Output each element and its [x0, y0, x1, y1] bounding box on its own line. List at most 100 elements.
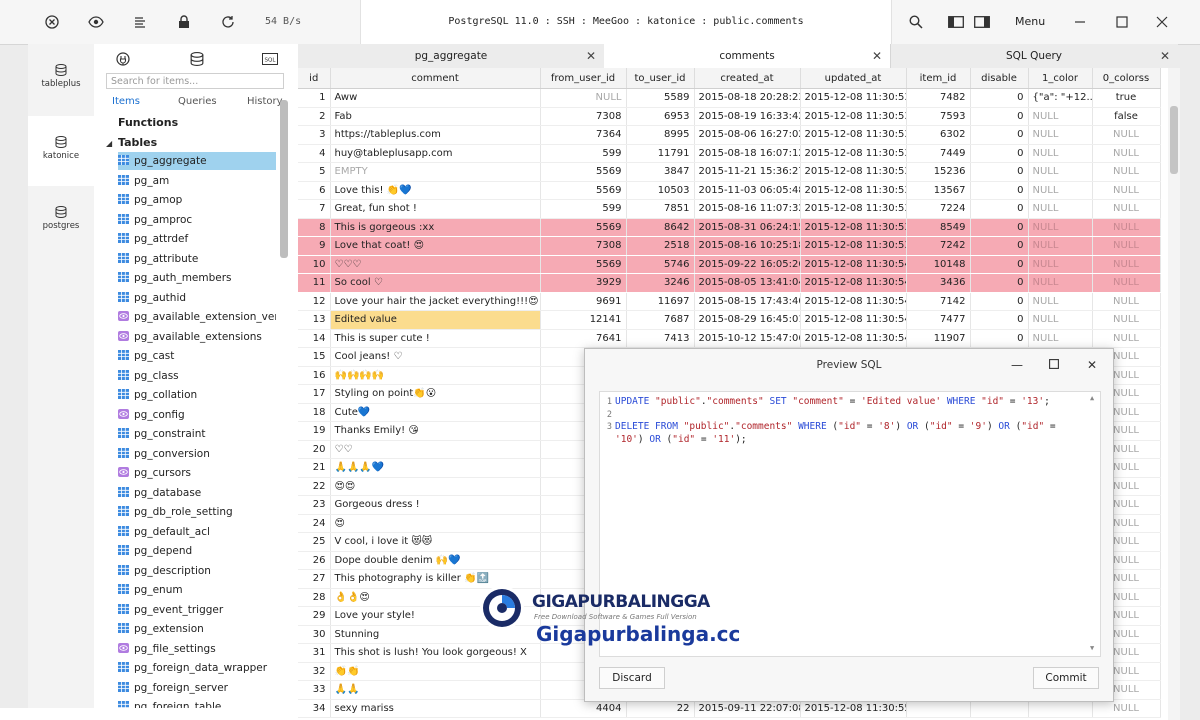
- cell-created-at[interactable]: 2015-08-19 16:33:42: [694, 107, 801, 126]
- cell-item-id[interactable]: 3436: [906, 273, 971, 293]
- cell-id[interactable]: 15: [298, 347, 331, 367]
- cell-to-user-id[interactable]: 5746: [626, 255, 695, 274]
- cell-id[interactable]: 23: [298, 495, 331, 515]
- cell-comment[interactable]: Styling on point👏😮: [330, 384, 541, 404]
- rail-item-postgres[interactable]: postgres: [28, 206, 94, 256]
- log-icon[interactable]: [132, 14, 148, 30]
- cell-disable[interactable]: 0: [970, 181, 1029, 200]
- cell-disable[interactable]: 0: [970, 273, 1029, 293]
- cell-id[interactable]: 19: [298, 421, 331, 441]
- cell-item-id[interactable]: 7142: [906, 292, 971, 311]
- cell-0-colorss[interactable]: false: [1092, 107, 1161, 126]
- cell-created-at[interactable]: 2015-11-21 15:36:27: [694, 162, 801, 182]
- table-row[interactable]: 3 https://tableplus.com 7364 8995 2015-08-06…: [298, 125, 1161, 145]
- cell-1-color[interactable]: NULL: [1028, 218, 1093, 237]
- cell-created-at[interactable]: 2015-08-06 16:27:02: [694, 125, 801, 145]
- cell-id[interactable]: 3: [298, 125, 331, 145]
- cell-to-user-id[interactable]: 8642: [626, 218, 695, 237]
- cell-disable[interactable]: 0: [970, 199, 1029, 219]
- sidebar-item-pg-amop[interactable]: pg_amop: [118, 191, 276, 209]
- cell-id[interactable]: 13: [298, 310, 331, 330]
- sidebar-item-pg-file-settings[interactable]: pg_file_settings: [118, 640, 276, 658]
- cell-to-user-id[interactable]: 10503: [626, 181, 695, 200]
- cell-disable[interactable]: 0: [970, 125, 1029, 145]
- cell-created-at[interactable]: 2015-08-29 16:45:01: [694, 310, 801, 330]
- cell-id[interactable]: 30: [298, 625, 331, 644]
- cell-created-at[interactable]: 2015-09-22 16:05:26: [694, 255, 801, 274]
- cell-created-at[interactable]: 2015-11-03 06:05:48: [694, 181, 801, 200]
- column-header-from-user-id[interactable]: from_user_id: [540, 68, 627, 89]
- cell-id[interactable]: 28: [298, 588, 331, 607]
- cell-from-user-id[interactable]: 7308: [540, 107, 627, 126]
- cell-from-user-id[interactable]: 5569: [540, 255, 627, 274]
- cell-id[interactable]: 27: [298, 569, 331, 589]
- cell-1-color[interactable]: NULL: [1028, 181, 1093, 200]
- cell-id[interactable]: 1: [298, 88, 331, 108]
- sidebar-item-pg-available-extension-vers[interactable]: pg_available_extension_vers: [118, 308, 276, 326]
- cell-id[interactable]: 5: [298, 162, 331, 182]
- cell-1-color[interactable]: NULL: [1028, 310, 1093, 330]
- column-header-created-at[interactable]: created_at: [694, 68, 801, 89]
- cell-disable[interactable]: 0: [970, 292, 1029, 311]
- cell-disable[interactable]: 0: [970, 107, 1029, 126]
- cell-created-at[interactable]: 2015-08-18 16:07:12: [694, 144, 801, 163]
- tab-items[interactable]: Items: [112, 96, 140, 107]
- cell-0-colorss[interactable]: NULL: [1092, 144, 1161, 163]
- cell-item-id[interactable]: 7224: [906, 199, 971, 219]
- cell-created-at[interactable]: 2015-08-15 17:43:40: [694, 292, 801, 311]
- expand-triangle-icon[interactable]: ◢: [106, 139, 112, 148]
- cell-item-id[interactable]: 7593: [906, 107, 971, 126]
- sidebar-item-pg-constraint[interactable]: pg_constraint: [118, 425, 276, 443]
- cell-0-colorss[interactable]: NULL: [1092, 125, 1161, 145]
- column-header-item-id[interactable]: item_id: [906, 68, 971, 89]
- cell-comment[interactable]: Aww: [330, 88, 541, 108]
- cell-comment[interactable]: Edited value: [330, 310, 541, 330]
- cell-to-user-id[interactable]: 11791: [626, 144, 695, 163]
- cell-id[interactable]: 2: [298, 107, 331, 126]
- cell-comment[interactable]: So cool ♡: [330, 273, 541, 293]
- column-header-comment[interactable]: comment: [330, 68, 541, 89]
- scroll-up-icon[interactable]: ▲: [1090, 394, 1094, 402]
- cell-disable[interactable]: 0: [970, 144, 1029, 163]
- cell-id[interactable]: 25: [298, 532, 331, 552]
- close-tab-icon[interactable]: ✕: [1160, 44, 1170, 68]
- cell-item-id[interactable]: 15236: [906, 162, 971, 182]
- cell-id[interactable]: 17: [298, 384, 331, 404]
- functions-section[interactable]: Functions: [118, 116, 178, 129]
- column-header-0-colorss[interactable]: 0_colorss: [1092, 68, 1161, 89]
- sql-icon[interactable]: SQL: [262, 53, 278, 68]
- sidebar-item-pg-attribute[interactable]: pg_attribute: [118, 250, 276, 268]
- cell-comment[interactable]: EMPTY: [330, 162, 541, 182]
- commit-button[interactable]: Commit: [1033, 667, 1099, 689]
- cell-disable[interactable]: 0: [970, 162, 1029, 182]
- toggle-left-panel-icon[interactable]: [948, 14, 964, 30]
- cell-created-at[interactable]: 2015-08-31 06:24:15: [694, 218, 801, 237]
- table-row[interactable]: 2 Fab 7308 6953 2015-08-19 16:33:42 2015-12-0…: [298, 107, 1161, 126]
- cell-item-id[interactable]: 13567: [906, 181, 971, 200]
- cell-comment[interactable]: Fab: [330, 107, 541, 126]
- cell-from-user-id[interactable]: 12141: [540, 310, 627, 330]
- cell-to-user-id[interactable]: 3246: [626, 273, 695, 293]
- cell-0-colorss[interactable]: true: [1092, 88, 1161, 108]
- cell-1-color[interactable]: NULL: [1028, 144, 1093, 163]
- sidebar-item-pg-amproc[interactable]: pg_amproc: [118, 211, 276, 229]
- grid-scrollbar-thumb[interactable]: [1170, 106, 1178, 174]
- column-header-updated-at[interactable]: updated_at: [800, 68, 907, 89]
- cell-id[interactable]: 33: [298, 680, 331, 700]
- cell-comment[interactable]: Dope double denim 🙌💙: [330, 551, 541, 570]
- cell-comment[interactable]: https://tableplus.com: [330, 125, 541, 145]
- column-header-disable[interactable]: disable: [970, 68, 1029, 89]
- column-header-1-color[interactable]: 1_color: [1028, 68, 1093, 89]
- sql-code[interactable]: UPDATE "public"."comments" SET "comment"…: [615, 396, 1075, 446]
- cell-id[interactable]: 21: [298, 458, 331, 478]
- tab-queries[interactable]: Queries: [178, 96, 217, 107]
- cell-updated-at[interactable]: 2015-12-08 11:30:54: [800, 292, 907, 311]
- table-row[interactable]: 11 So cool ♡ 3929 3246 2015-08-05 13:41:04 20…: [298, 273, 1161, 293]
- cell-0-colorss[interactable]: NULL: [1092, 162, 1161, 182]
- sidebar-item-pg-foreign-server[interactable]: pg_foreign_server: [118, 679, 276, 697]
- cell-updated-at[interactable]: 2015-12-08 11:30:54: [800, 273, 907, 293]
- cell-updated-at[interactable]: 2015-12-08 11:30:53: [800, 199, 907, 219]
- cell-comment[interactable]: 👏👏: [330, 662, 541, 681]
- rail-item-tableplus[interactable]: tableplus: [28, 64, 94, 114]
- sidebar-item-pg-conversion[interactable]: pg_conversion: [118, 445, 276, 463]
